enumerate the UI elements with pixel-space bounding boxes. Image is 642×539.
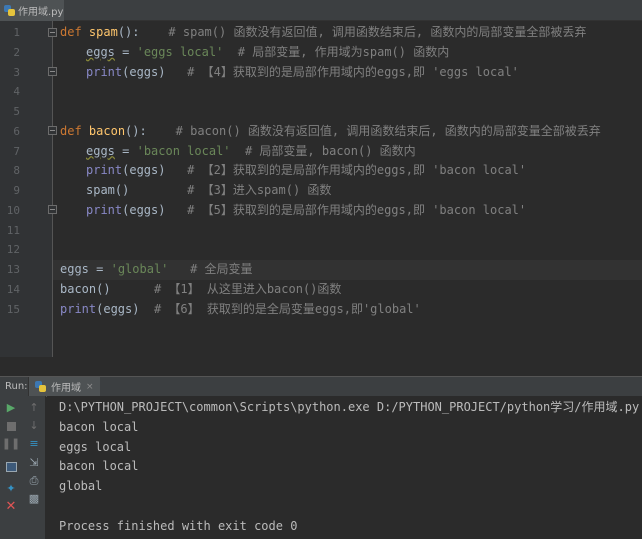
comment: # 局部变量, bacon() 函数内 [244,143,416,158]
pause-icon[interactable]: ❚❚ [2,437,20,451]
comment: # 【5】获取到的是局部作用域内的eggs,即 'bacon local' [187,202,527,217]
scroll-down-icon[interactable]: ↓ [27,419,41,433]
fold-toggle-icon[interactable] [48,205,57,214]
code-line-8: print(eggs) # 【2】获取到的是局部作用域内的eggs,即 'bac… [60,161,642,181]
run-toolbar: ▶ ❚❚ ✦ ✕ ↑ ↓ ≡ ⇲ ⎙ ▩ [0,396,46,539]
comment: # 【6】 获取到的是全局变量eggs,即'global' [153,301,421,316]
line-number: 13 [6,263,20,276]
close-icon[interactable]: ✕ [4,500,18,514]
code-line-15: print(eggs) # 【6】 获取到的是全局变量eggs,即'global… [60,300,642,320]
line-number-gutter: 1 2 3 4 5 6 7 8 9 10 11 12 13 14 15 [0,21,57,357]
comment: # 【4】获取到的是局部作用域内的eggs,即 'eggs local' [187,64,519,79]
keyword: def [60,123,82,138]
code-line-6: def bacon(): # bacon() 函数没有返回值, 调用函数结束后,… [60,122,642,142]
fold-toggle-icon[interactable] [48,28,57,37]
function-name: spam [88,25,118,39]
line-number: 9 [13,184,20,197]
punctuation: (): [117,25,140,39]
function-name: bacon [88,123,126,138]
editor-tab-bar: 作用域.py [0,0,642,21]
python-file-icon [4,5,15,16]
comment: # 局部变量, 作用域为spam() 函数内 [237,44,450,59]
line-number: 2 [13,45,20,59]
run-icon[interactable]: ▶ [4,401,18,415]
trash-icon[interactable]: ▩ [27,492,41,506]
soft-wrap-icon[interactable]: ≡ [27,437,41,451]
variable: eggs [60,262,89,276]
scroll-to-end-icon[interactable]: ⇲ [27,456,41,470]
line-number: 10 [6,203,20,217]
code-line-13: eggs = 'global' # 全局变量 [53,260,642,280]
variable: eggs [86,44,115,59]
close-tab-icon[interactable]: × [86,382,94,392]
punctuation: (): [125,123,147,138]
function-call: bacon() [60,281,111,296]
builtin: print [86,64,123,79]
comment: # 全局变量 [190,262,253,276]
line-number: 3 [13,65,20,79]
fold-toggle-icon[interactable] [48,126,57,135]
console-line: eggs local [59,439,132,454]
file-tab[interactable]: 作用域.py [0,0,64,21]
comment: # 【3】进入spam() 函数 [187,183,332,197]
line-number: 6 [13,124,20,138]
run-tool-window-header: Run: 作用域 × [0,376,642,397]
line-number: 4 [13,85,20,99]
arguments: (eggs) [122,202,166,217]
code-line-2: eggs = 'eggs local' # 局部变量, 作用域为spam() 函… [60,43,642,63]
comment: # spam() 函数没有返回值, 调用函数结束后, 函数内的局部变量全部被丢弃 [168,25,587,39]
operator: = [88,262,111,276]
arguments: (eggs) [96,301,140,316]
code-line-14: bacon() # 【1】 从这里进入bacon()函数 [60,280,642,300]
line-number: 5 [13,105,20,118]
python-file-icon [35,381,46,392]
string-literal: 'global' [110,262,169,276]
keyword: def [60,25,82,39]
operator: = [114,143,137,158]
line-number: 7 [13,144,20,158]
run-tab-label: 作用域 [51,383,81,394]
arguments: (eggs) [122,64,166,79]
code-editor[interactable]: 1 2 3 4 5 6 7 8 9 10 11 12 13 14 15 def … [0,21,642,357]
line-number: 14 [6,282,20,296]
string-literal: 'bacon local' [136,143,231,158]
run-config-tab[interactable]: 作用域 × [28,376,100,397]
file-tab-label: 作用域.py [18,7,64,18]
pin-icon[interactable]: ✦ [4,482,18,496]
console-line: bacon local [59,459,139,474]
console-output[interactable]: D:\PYTHON_PROJECT\common\Scripts\python.… [47,396,642,539]
code-line-9: spam() # 【3】进入spam() 函数 [60,181,642,201]
line-number: 8 [13,164,20,178]
builtin: print [86,163,123,178]
function-call: spam() [86,183,130,197]
fold-toggle-icon[interactable] [48,67,57,76]
comment: # 【2】获取到的是局部作用域内的eggs,即 'bacon local' [187,163,527,178]
stop-icon[interactable] [4,419,18,433]
console-line: D:\PYTHON_PROJECT\common\Scripts\python.… [59,400,640,414]
builtin: print [60,301,97,316]
string-literal: 'eggs local' [136,44,224,59]
comment: # bacon() 函数没有返回值, 调用函数结束后, 函数内的局部变量全部被丢… [175,123,601,138]
scroll-up-icon[interactable]: ↑ [27,401,41,415]
builtin: print [86,202,123,217]
dump-threads-icon[interactable] [4,460,18,474]
code-line-7: eggs = 'bacon local' # 局部变量, bacon() 函数内 [60,142,642,162]
line-number: 15 [6,302,20,316]
arguments: (eggs) [122,163,166,178]
line-number: 1 [13,26,20,39]
console-line: bacon local [59,419,139,434]
line-number: 11 [6,223,20,237]
operator: = [114,44,137,59]
comment: # 【1】 从这里进入bacon()函数 [153,281,342,296]
code-line-1: def spam(): # spam() 函数没有返回值, 调用函数结束后, 函… [60,23,642,43]
line-number: 12 [6,243,20,257]
console-line: Process finished with exit code 0 [59,518,298,533]
variable: eggs [86,143,115,158]
run-label: Run: [5,381,28,392]
console-line: global [59,479,103,493]
code-line-10: print(eggs) # 【5】获取到的是局部作用域内的eggs,即 'bac… [60,201,642,221]
print-icon[interactable]: ⎙ [27,474,41,488]
code-line-3: print(eggs) # 【4】获取到的是局部作用域内的eggs,即 'egg… [60,63,642,83]
